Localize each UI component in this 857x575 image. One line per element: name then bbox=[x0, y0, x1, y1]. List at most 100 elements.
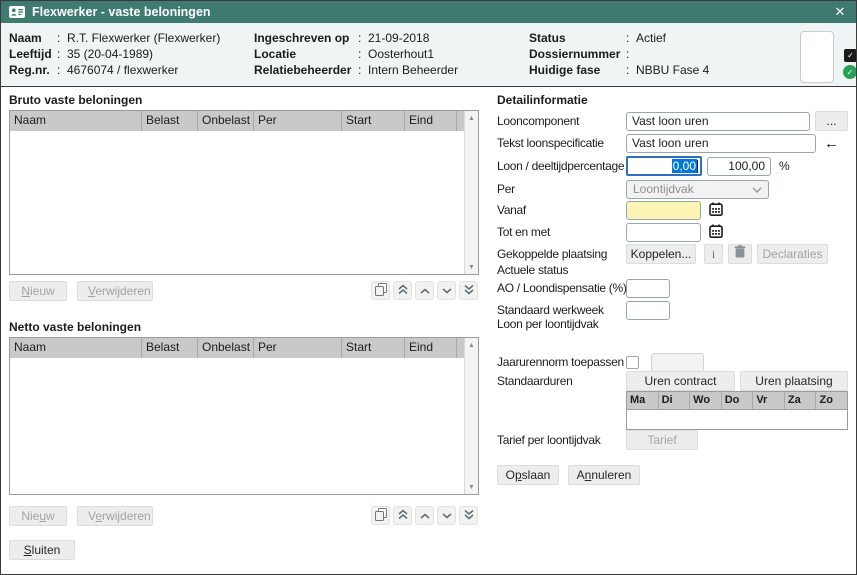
day-header-do: Do bbox=[722, 392, 754, 409]
opslaan-button[interactable]: Opslaan bbox=[497, 465, 559, 485]
ontkoppelen-button[interactable] bbox=[728, 244, 752, 264]
info-row: Dossiernummer: bbox=[529, 46, 709, 62]
info-label: Status bbox=[529, 30, 626, 46]
scroll-up-icon[interactable]: ▲ bbox=[465, 111, 478, 125]
actuele-status-row: Actuele status bbox=[497, 263, 626, 277]
jaarurennorm-label: Jaarurennorm toepassen bbox=[497, 355, 626, 369]
per-select[interactable]: Loontijdvak bbox=[626, 180, 769, 199]
flexwerker-dialog: Flexwerker - vaste beloningen ✕ Naam:R.T… bbox=[0, 0, 857, 575]
column-header-eind[interactable]: Eind bbox=[405, 338, 457, 358]
column-header-belast[interactable]: Belast bbox=[142, 111, 198, 131]
calendar-icon bbox=[709, 224, 723, 241]
move-up-button[interactable] bbox=[415, 281, 434, 300]
info-label: Huidige fase bbox=[529, 62, 626, 78]
column-header-eind[interactable]: Eind bbox=[405, 111, 457, 131]
vanaf-input[interactable] bbox=[626, 201, 701, 220]
day-header-vr: Vr bbox=[753, 392, 785, 409]
day-header-wo: Wo bbox=[690, 392, 722, 409]
ao-loondispensatie-input[interactable] bbox=[626, 279, 670, 298]
black-checkbox[interactable]: ✓ bbox=[844, 49, 857, 62]
column-header-per[interactable]: Per bbox=[254, 111, 342, 131]
green-status-icon: ✓ bbox=[843, 65, 857, 79]
gekoppelde-plaatsing-label: Gekoppelde plaatsing bbox=[497, 247, 626, 261]
loon-per-loontijdvak-label: Loon per loontijdvak bbox=[497, 317, 626, 331]
bruto-table-body[interactable] bbox=[10, 131, 465, 274]
move-down-button[interactable] bbox=[437, 281, 456, 300]
separator: : bbox=[57, 30, 67, 46]
copy-button[interactable] bbox=[371, 281, 390, 300]
netto-table-body[interactable] bbox=[10, 358, 465, 494]
info-column-1: Naam:R.T. Flexwerker (Flexwerker) Leefti… bbox=[9, 30, 220, 78]
actuele-status-label: Actuele status bbox=[497, 263, 626, 277]
tot-calendar-button[interactable] bbox=[706, 223, 726, 242]
bruto-scrollbar[interactable]: ▲ ▼ bbox=[464, 111, 478, 274]
label-part: luiten bbox=[32, 543, 61, 557]
info-label: Leeftijd bbox=[9, 46, 57, 62]
info-label: Naam bbox=[9, 30, 57, 46]
jaarurennorm-checkbox[interactable] bbox=[626, 356, 639, 369]
double-chevron-down-icon bbox=[464, 284, 474, 298]
standaard-werkweek-input[interactable] bbox=[626, 301, 670, 320]
separator: : bbox=[358, 30, 368, 46]
looncomponent-input[interactable]: Vast loon uren bbox=[626, 112, 810, 131]
netto-delete-button[interactable]: Verwijderen bbox=[77, 506, 153, 526]
looncomponent-row: Looncomponent Vast loon uren ... bbox=[497, 111, 848, 131]
uren-plaatsing-button[interactable]: Uren plaatsing bbox=[740, 371, 848, 391]
move-up-button[interactable] bbox=[415, 506, 434, 525]
column-header-onbelast[interactable]: Onbelast bbox=[198, 338, 254, 358]
standaard-werkweek-label: Standaard werkweek bbox=[497, 303, 626, 317]
looncomponent-more-button[interactable]: ... bbox=[815, 111, 848, 131]
vanaf-row: Vanaf bbox=[497, 200, 726, 220]
save-buttons: Opslaan Annuleren bbox=[497, 465, 640, 485]
scroll-up-icon[interactable]: ▲ bbox=[465, 338, 478, 352]
copy-icon bbox=[375, 283, 387, 299]
column-header-per[interactable]: Per bbox=[254, 338, 342, 358]
annuleren-button[interactable]: Annuleren bbox=[568, 465, 640, 485]
tarief-button[interactable]: Tarief bbox=[626, 430, 698, 450]
column-header-onbelast[interactable]: Onbelast bbox=[198, 111, 254, 131]
jaarurennorm-input[interactable] bbox=[651, 353, 704, 372]
copy-button[interactable] bbox=[371, 506, 390, 525]
vanaf-calendar-button[interactable] bbox=[706, 201, 726, 220]
deeltijdpercentage-input[interactable]: 100,00 bbox=[707, 157, 771, 176]
day-values-row[interactable] bbox=[627, 410, 847, 429]
mnemonic: p bbox=[515, 468, 522, 482]
netto-scrollbar[interactable]: ▲ ▼ bbox=[464, 338, 478, 494]
label-part: A bbox=[577, 468, 585, 482]
koppelen-button[interactable]: Koppelen... bbox=[626, 244, 696, 264]
move-down-button[interactable] bbox=[437, 506, 456, 525]
ao-loondispensatie-row: AO / Loondispensatie (%) bbox=[497, 278, 670, 298]
column-header-belast[interactable]: Belast bbox=[142, 338, 198, 358]
column-header-naam[interactable]: Naam bbox=[10, 111, 142, 131]
bruto-new-button[interactable]: Nieuw bbox=[9, 281, 67, 301]
declaraties-button[interactable]: Declaraties bbox=[757, 244, 828, 264]
copy-text-back-button[interactable]: ← bbox=[824, 134, 839, 153]
bruto-delete-button[interactable]: Verwijderen bbox=[77, 281, 153, 301]
bruto-order-buttons bbox=[371, 281, 478, 300]
tekst-loonspecificatie-input[interactable]: Vast loon uren bbox=[626, 134, 816, 153]
scroll-down-icon[interactable]: ▼ bbox=[465, 260, 478, 274]
netto-new-button[interactable]: Nieuw bbox=[9, 506, 67, 526]
chevron-down-icon bbox=[752, 182, 762, 197]
column-header-start[interactable]: Start bbox=[342, 338, 405, 358]
close-button[interactable]: ✕ bbox=[832, 4, 848, 20]
move-bottom-button[interactable] bbox=[459, 281, 478, 300]
plaatsing-info-button[interactable]: i bbox=[704, 244, 723, 264]
column-header-naam[interactable]: Naam bbox=[10, 338, 142, 358]
scroll-down-icon[interactable]: ▼ bbox=[465, 480, 478, 494]
percent-label: % bbox=[779, 159, 790, 173]
loon-input[interactable]: 0,00 bbox=[626, 156, 702, 176]
standaarduren-label: Standaarduren bbox=[497, 374, 626, 388]
uren-contract-button[interactable]: Uren contract bbox=[626, 371, 735, 391]
move-bottom-button[interactable] bbox=[459, 506, 478, 525]
sluiten-button[interactable]: Sluiten bbox=[9, 540, 75, 560]
per-label: Per bbox=[497, 182, 626, 196]
column-header-start[interactable]: Start bbox=[342, 111, 405, 131]
move-top-button[interactable] bbox=[393, 506, 412, 525]
move-top-button[interactable] bbox=[393, 281, 412, 300]
day-header-ma: Ma bbox=[627, 392, 659, 409]
text-cursor bbox=[697, 160, 698, 173]
separator: : bbox=[358, 46, 368, 62]
tot-en-met-label: Tot en met bbox=[497, 225, 626, 239]
tot-en-met-input[interactable] bbox=[626, 223, 701, 242]
